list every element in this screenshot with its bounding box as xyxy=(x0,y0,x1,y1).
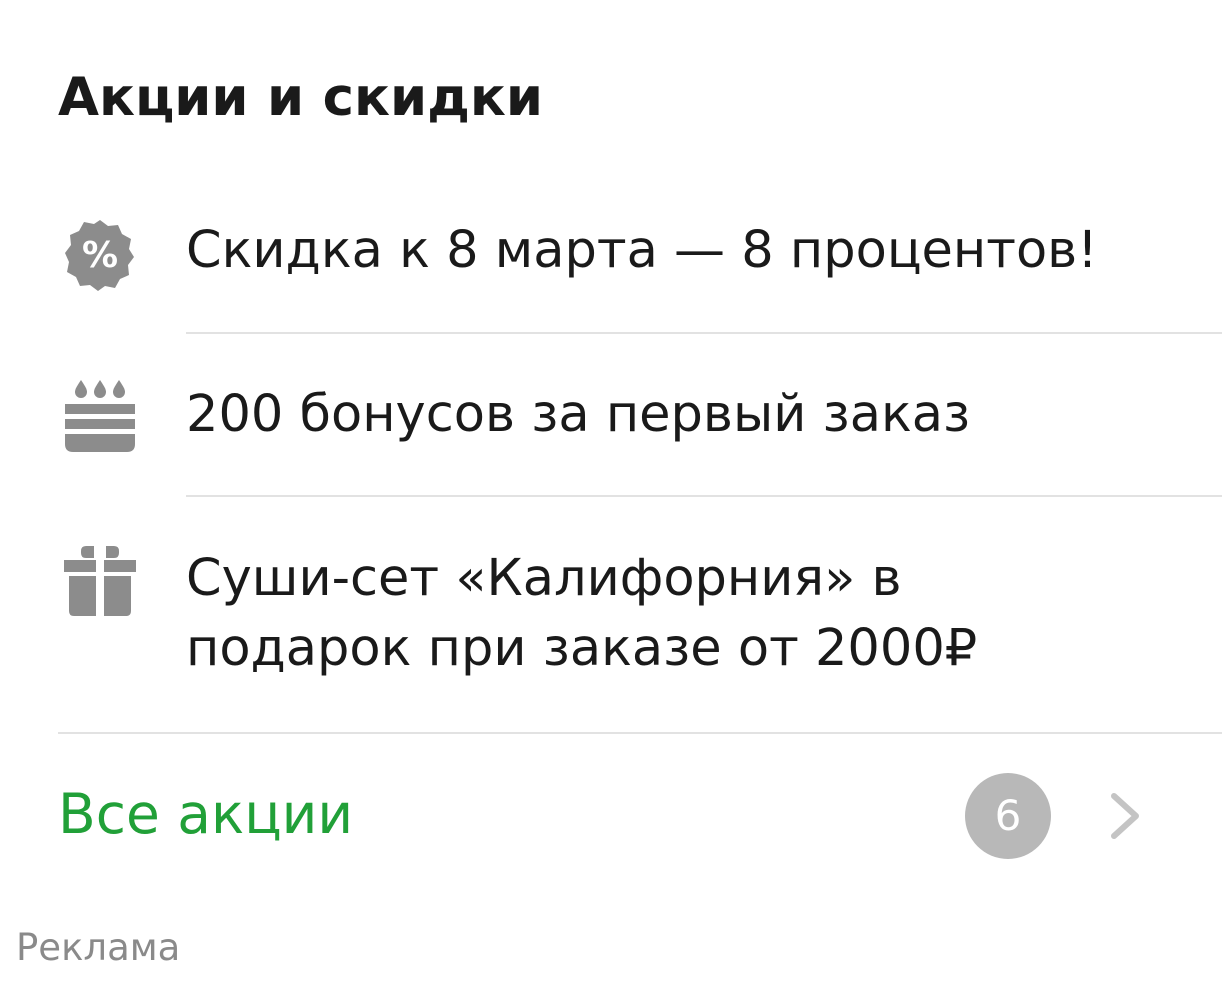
divider xyxy=(58,732,1222,734)
promo-text-line: подарок при заказе от 2000₽ xyxy=(186,619,978,678)
promo-count-badge: 6 xyxy=(965,773,1051,859)
ad-label: Реклама xyxy=(16,926,181,969)
divider xyxy=(186,332,1222,334)
promo-text-line: Суши-сет «Калифорния» в xyxy=(186,549,902,608)
section-title: Акции и скидки xyxy=(58,67,544,128)
svg-text:%: % xyxy=(82,235,118,276)
promo-text-line: Скидка к 8 марта — 8 процентов! xyxy=(186,221,1098,280)
all-promos-link[interactable]: Все акции xyxy=(58,778,353,850)
promo-text: Суши-сет «Калифорния» в подарок при зака… xyxy=(186,544,977,684)
promo-text: Скидка к 8 марта — 8 процентов! xyxy=(186,216,1098,286)
divider xyxy=(186,495,1222,497)
promo-text: 200 бонусов за первый заказ xyxy=(186,380,970,450)
birthday-cake-icon xyxy=(62,378,138,454)
gift-icon xyxy=(62,542,138,618)
percent-badge-icon: % xyxy=(62,216,138,292)
promo-text-line: 200 бонусов за первый заказ xyxy=(186,385,971,444)
chevron-right-icon[interactable] xyxy=(1104,790,1148,842)
